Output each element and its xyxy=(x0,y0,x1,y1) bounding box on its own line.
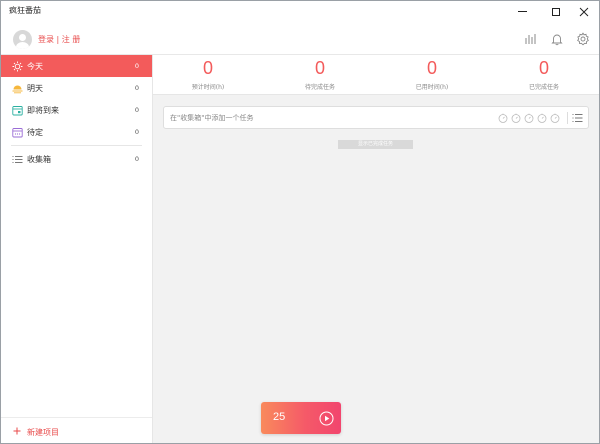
sidebar-item-label: 待定 xyxy=(27,128,43,137)
sidebar-item-label: 即将到来 xyxy=(27,106,59,115)
sidebar-item-count: 0 xyxy=(134,62,139,70)
stat-value: 0 xyxy=(538,58,549,78)
add-task-input[interactable] xyxy=(170,111,480,125)
pomodoro-timer[interactable]: 25 xyxy=(261,402,341,434)
minimize-button[interactable] xyxy=(505,1,539,22)
sidebar-item-count: 0 xyxy=(134,106,139,114)
stat-pending-tasks: 0 待完成任务 xyxy=(265,55,375,95)
stats-bar: 0 预计时间(h) 0 待完成任务 0 已用时间(h) 0 已完成任务 xyxy=(153,55,599,95)
app-header: 登录 | 注 册 xyxy=(1,22,599,55)
pomodoro-estimate-icon[interactable] xyxy=(498,113,508,123)
sidebar-item-upcoming[interactable]: 即将到来 0 xyxy=(1,99,152,121)
stat-caption: 预计时间(h) xyxy=(191,84,225,91)
main-panel: 0 预计时间(h) 0 待完成任务 0 已用时间(h) 0 已完成任务 在"收集… xyxy=(153,55,599,443)
calendar-icon xyxy=(12,105,23,116)
stat-value: 0 xyxy=(202,58,213,78)
close-icon xyxy=(579,7,589,16)
pomodoro-estimate-icon[interactable] xyxy=(550,113,560,123)
add-task-box xyxy=(163,106,589,129)
calendar-pending-icon xyxy=(12,127,23,138)
stat-value: 0 xyxy=(314,58,325,78)
sidebar-item-count: 0 xyxy=(134,128,139,136)
login-register-link[interactable]: 登录 | 注 册 xyxy=(38,34,80,45)
timer-minutes: 25 xyxy=(273,411,286,423)
app-window: 疯狂番茄 登录 | 注 册 今天 0 明天 0 即将到来 0 待定 0 收集箱 … xyxy=(0,0,600,444)
sidebar-item-label: 今天 xyxy=(27,62,43,71)
stat-caption: 已完成任务 xyxy=(528,84,559,91)
stat-caption: 待完成任务 xyxy=(304,84,335,91)
sidebar-item-count: 0 xyxy=(134,155,139,163)
play-icon[interactable] xyxy=(319,411,334,426)
task-list-icon[interactable] xyxy=(572,113,583,123)
show-completed-button[interactable]: 显示已完成任务 xyxy=(338,140,413,149)
sidebar-item-label: 收集箱 xyxy=(27,155,51,164)
sidebar-item-pending[interactable]: 待定 0 xyxy=(1,121,152,143)
sidebar-item-tomorrow[interactable]: 明天 0 xyxy=(1,77,152,99)
sidebar-item-today[interactable]: 今天 0 xyxy=(1,55,152,77)
stat-completed-tasks: 0 已完成任务 xyxy=(489,55,599,95)
pomodoro-estimate-icon[interactable] xyxy=(524,113,534,123)
maximize-icon xyxy=(552,7,560,16)
stat-value: 0 xyxy=(426,58,437,78)
sidebar-item-count: 0 xyxy=(134,84,139,92)
pomodoro-estimate-icon[interactable] xyxy=(511,113,521,123)
new-project-label: 新建项目 xyxy=(27,428,59,437)
minimize-icon xyxy=(517,11,527,12)
stat-used-time: 0 已用时间(h) xyxy=(377,55,487,95)
pomodoro-estimate-icon[interactable] xyxy=(537,113,547,123)
add-task-separator xyxy=(567,112,568,124)
stat-caption: 已用时间(h) xyxy=(415,84,449,91)
sidebar-item-label: 明天 xyxy=(27,84,43,93)
window-title: 疯狂番茄 xyxy=(9,6,41,15)
stat-estimated-time: 0 预计时间(h) xyxy=(153,55,263,95)
bell-icon[interactable] xyxy=(550,32,564,46)
sidebar-item-inbox[interactable]: 收集箱 0 xyxy=(1,148,152,170)
statistics-icon[interactable] xyxy=(524,32,538,46)
title-bar: 疯狂番茄 xyxy=(1,1,599,22)
sidebar-divider xyxy=(11,145,142,146)
sun-icon xyxy=(12,61,23,72)
avatar[interactable] xyxy=(13,30,32,49)
sunrise-icon xyxy=(12,83,23,94)
plus-icon xyxy=(13,427,21,435)
list-icon xyxy=(12,154,23,165)
gear-icon[interactable] xyxy=(576,32,590,46)
close-button[interactable] xyxy=(567,1,600,22)
sidebar: 今天 0 明天 0 即将到来 0 待定 0 收集箱 0 新建项目 xyxy=(1,55,153,443)
new-project-button[interactable]: 新建项目 xyxy=(1,417,152,443)
